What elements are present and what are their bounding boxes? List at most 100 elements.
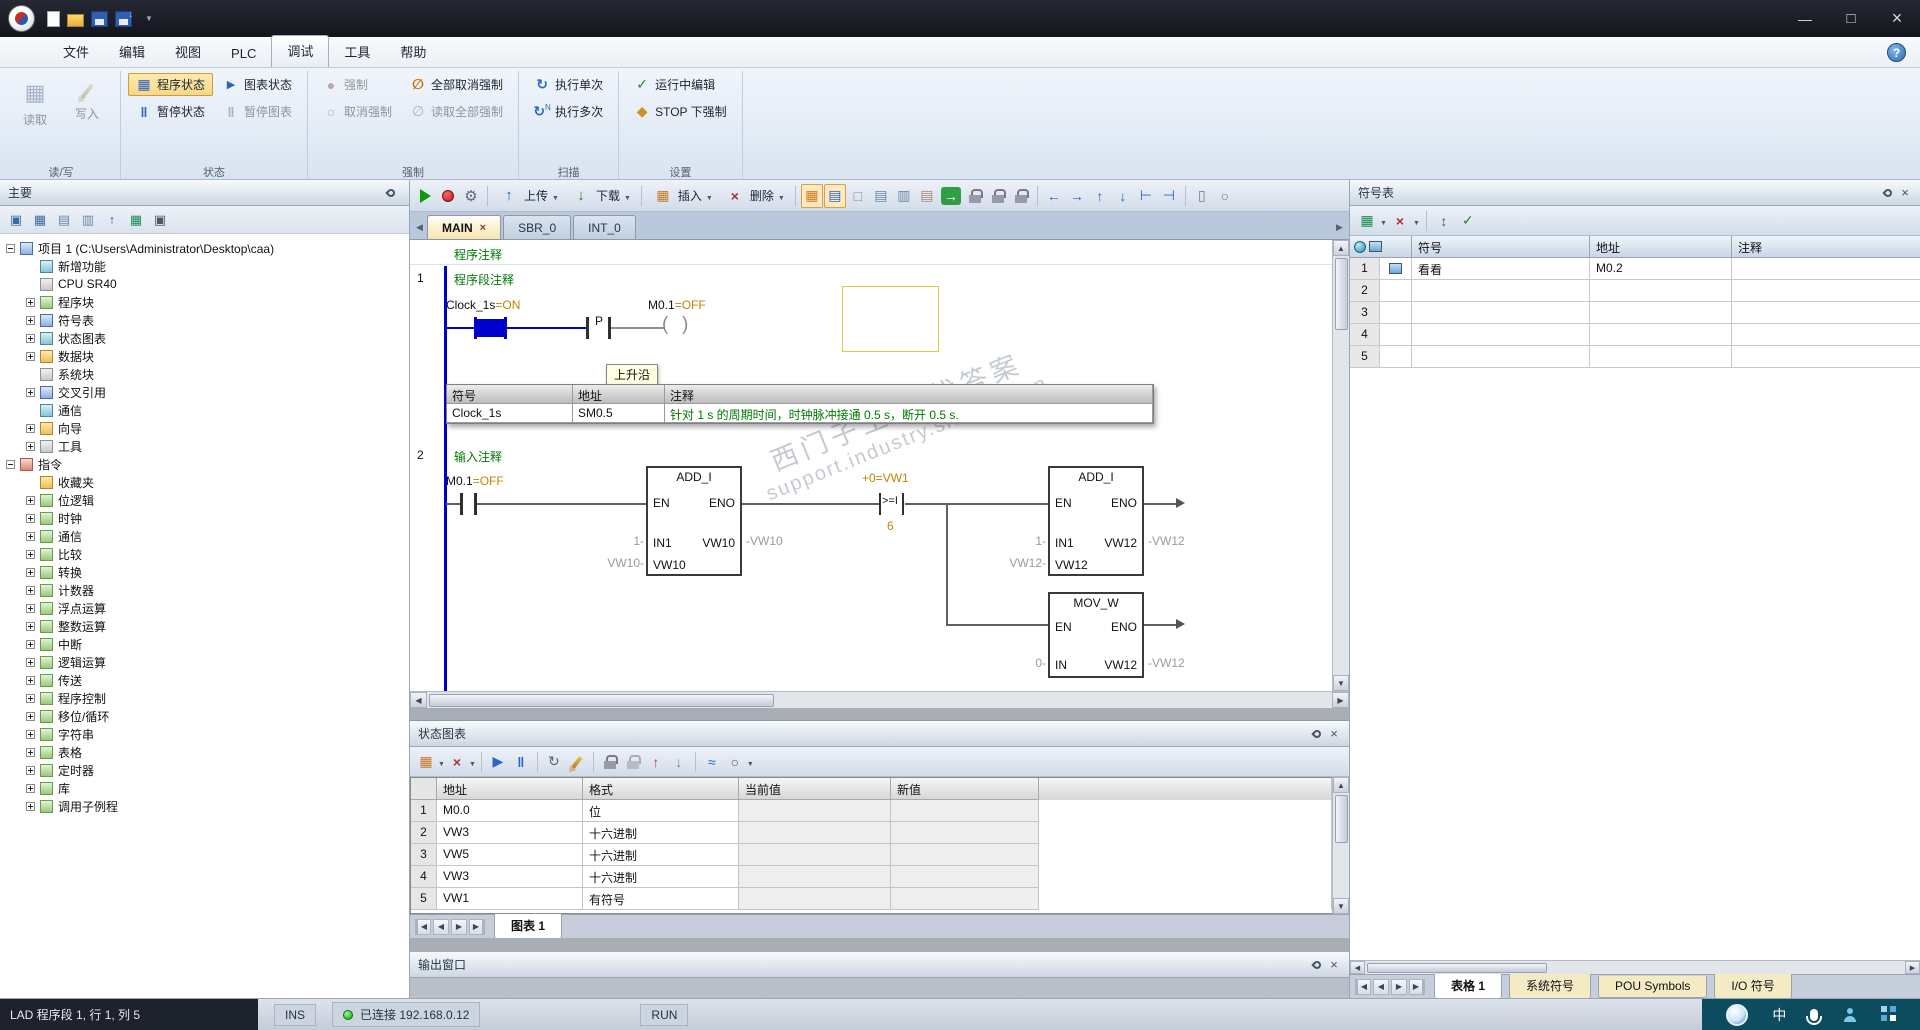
comment-cell[interactable] bbox=[1732, 302, 1920, 324]
chart-pause-icon[interactable]: ‖ bbox=[510, 750, 532, 774]
address-cell[interactable]: VW1 bbox=[437, 888, 583, 910]
edit-in-run-button[interactable]: 运行中编辑 bbox=[626, 73, 735, 96]
close-icon[interactable] bbox=[1898, 185, 1912, 200]
force-icon[interactable]: ↑ bbox=[645, 750, 667, 774]
expander-icon[interactable] bbox=[26, 333, 35, 343]
comment-cell[interactable] bbox=[1732, 280, 1920, 302]
next-tab-icon[interactable] bbox=[451, 918, 467, 935]
tab-scroll-left-icon[interactable] bbox=[412, 217, 427, 237]
address-cell[interactable]: M0.2 bbox=[1590, 258, 1732, 280]
pin-icon[interactable] bbox=[385, 186, 397, 199]
delete-row-icon[interactable] bbox=[1389, 209, 1411, 233]
tree-item-project[interactable]: 项目 1 (C:\Users\Administrator\Desktop\caa… bbox=[0, 239, 409, 257]
expander-icon[interactable] bbox=[26, 657, 35, 667]
tree-item-string[interactable]: 字符串 bbox=[0, 725, 409, 743]
tab-int0[interactable]: INT_0 bbox=[573, 215, 636, 239]
address-cell[interactable]: VW5 bbox=[437, 844, 583, 866]
run-icon[interactable] bbox=[414, 184, 436, 208]
symbol-cell[interactable] bbox=[1412, 302, 1590, 324]
tree-item-convert[interactable]: 转换 bbox=[0, 563, 409, 581]
force-button[interactable]: 强制 bbox=[315, 73, 400, 96]
tree-item-symbol-table[interactable]: 符号表 bbox=[0, 311, 409, 329]
expander-icon[interactable] bbox=[26, 729, 35, 739]
pin-icon[interactable] bbox=[1311, 727, 1323, 740]
network-comment[interactable]: 输入注释 bbox=[454, 448, 502, 465]
unforce-all-button[interactable]: 全部取消强制 bbox=[402, 73, 511, 96]
stop-icon[interactable] bbox=[437, 184, 459, 208]
tab-edit[interactable]: 编辑 bbox=[104, 36, 160, 67]
expander-icon[interactable] bbox=[26, 783, 35, 793]
program-status-button[interactable]: 程序状态 bbox=[128, 73, 214, 96]
column-header-address[interactable]: 地址 bbox=[1590, 236, 1732, 258]
expander-icon[interactable] bbox=[26, 531, 35, 541]
tree-item-table[interactable]: 表格 bbox=[0, 743, 409, 761]
tab-sbr0[interactable]: SBR_0 bbox=[503, 215, 572, 239]
lock-add-icon[interactable] bbox=[1010, 184, 1032, 208]
new-chart-icon[interactable] bbox=[415, 750, 437, 774]
new-value-cell[interactable] bbox=[891, 844, 1039, 866]
pin-icon[interactable] bbox=[1311, 958, 1323, 971]
address-cell[interactable] bbox=[1590, 280, 1732, 302]
current-value-cell[interactable] bbox=[739, 800, 891, 822]
previous-tab-icon[interactable] bbox=[433, 918, 449, 935]
tree-item-cpu[interactable]: CPU SR40 bbox=[0, 275, 409, 293]
unlock-icon[interactable] bbox=[622, 750, 644, 774]
network-view-icon[interactable] bbox=[800, 183, 823, 208]
address-cell[interactable]: VW3 bbox=[437, 822, 583, 844]
current-value-cell[interactable] bbox=[739, 888, 891, 910]
insert-button[interactable]: 插入 bbox=[647, 184, 718, 208]
address-cell[interactable] bbox=[1590, 302, 1732, 324]
force-under-stop-button[interactable]: STOP 下强制 bbox=[626, 100, 735, 123]
tab-view[interactable]: 视图 bbox=[160, 36, 216, 67]
expander-icon[interactable] bbox=[26, 603, 35, 613]
scroll-up-icon[interactable]: ▲ bbox=[1333, 777, 1349, 793]
bookmark-next-icon[interactable] bbox=[870, 184, 892, 208]
expander-icon[interactable] bbox=[26, 567, 35, 577]
save-icon[interactable] bbox=[91, 10, 108, 27]
expander-icon[interactable] bbox=[26, 513, 35, 523]
expander-icon[interactable] bbox=[26, 297, 35, 307]
scroll-down-icon[interactable]: ▼ bbox=[1333, 675, 1349, 691]
tree-item-whats-new[interactable]: 新增功能 bbox=[0, 257, 409, 275]
tab-help[interactable]: 帮助 bbox=[385, 36, 441, 67]
pin-icon[interactable] bbox=[1882, 186, 1894, 199]
toggle-annotation-icon[interactable] bbox=[1214, 184, 1236, 208]
compile-icon[interactable] bbox=[460, 184, 482, 208]
maximize-button[interactable] bbox=[1828, 0, 1874, 37]
scroll-right-icon[interactable]: ▶ bbox=[1905, 961, 1920, 974]
column-header-address[interactable]: 地址 bbox=[437, 778, 583, 800]
app-logo-icon[interactable] bbox=[8, 5, 35, 32]
tab-tools[interactable]: 工具 bbox=[329, 36, 385, 67]
last-tab-icon[interactable] bbox=[469, 918, 485, 935]
tab-plc[interactable]: PLC bbox=[216, 40, 271, 67]
symbol-addressing-icon[interactable] bbox=[823, 183, 846, 208]
microphone-icon[interactable] bbox=[1806, 1008, 1823, 1025]
lock-edit-icon[interactable] bbox=[987, 184, 1009, 208]
tree-item-instructions[interactable]: 指令 bbox=[0, 455, 409, 473]
expander-icon[interactable] bbox=[26, 441, 35, 451]
edge-contact-symbol[interactable] bbox=[586, 317, 589, 339]
chart-write-icon[interactable] bbox=[566, 750, 588, 774]
network-number[interactable]: 2 bbox=[417, 448, 424, 462]
scroll-up-icon[interactable]: ▲ bbox=[1333, 240, 1349, 256]
tree-item-float-math[interactable]: 浮点运算 bbox=[0, 599, 409, 617]
tree-item-wizard[interactable]: 向导 bbox=[0, 419, 409, 437]
ime-logo-icon[interactable] bbox=[1726, 1003, 1749, 1026]
comment-cell[interactable] bbox=[1732, 258, 1920, 280]
bookmark-toggle-icon[interactable] bbox=[847, 184, 869, 208]
tree-item-integer-math[interactable]: 整数运算 bbox=[0, 617, 409, 635]
status-chart-icon[interactable] bbox=[53, 209, 75, 231]
tab-scroll-right-icon[interactable] bbox=[1332, 217, 1347, 237]
tab-main[interactable]: MAIN bbox=[427, 215, 502, 239]
expander-icon[interactable] bbox=[26, 315, 35, 325]
column-header-new[interactable]: 新值 bbox=[891, 778, 1039, 800]
minimize-button[interactable] bbox=[1782, 0, 1828, 37]
unforce-button[interactable]: 取消强制 bbox=[315, 100, 400, 123]
bookmark-previous-icon[interactable] bbox=[893, 184, 915, 208]
bookmark-clear-icon[interactable] bbox=[916, 184, 938, 208]
tree-item-communications[interactable]: 通信 bbox=[0, 527, 409, 545]
tree-item-cross-reference[interactable]: 交叉引用 bbox=[0, 383, 409, 401]
unforce-icon[interactable]: ↓ bbox=[668, 750, 690, 774]
chart-status-button[interactable]: 图表状态 bbox=[215, 73, 300, 96]
tree-item-favorites[interactable]: 收藏夹 bbox=[0, 473, 409, 491]
